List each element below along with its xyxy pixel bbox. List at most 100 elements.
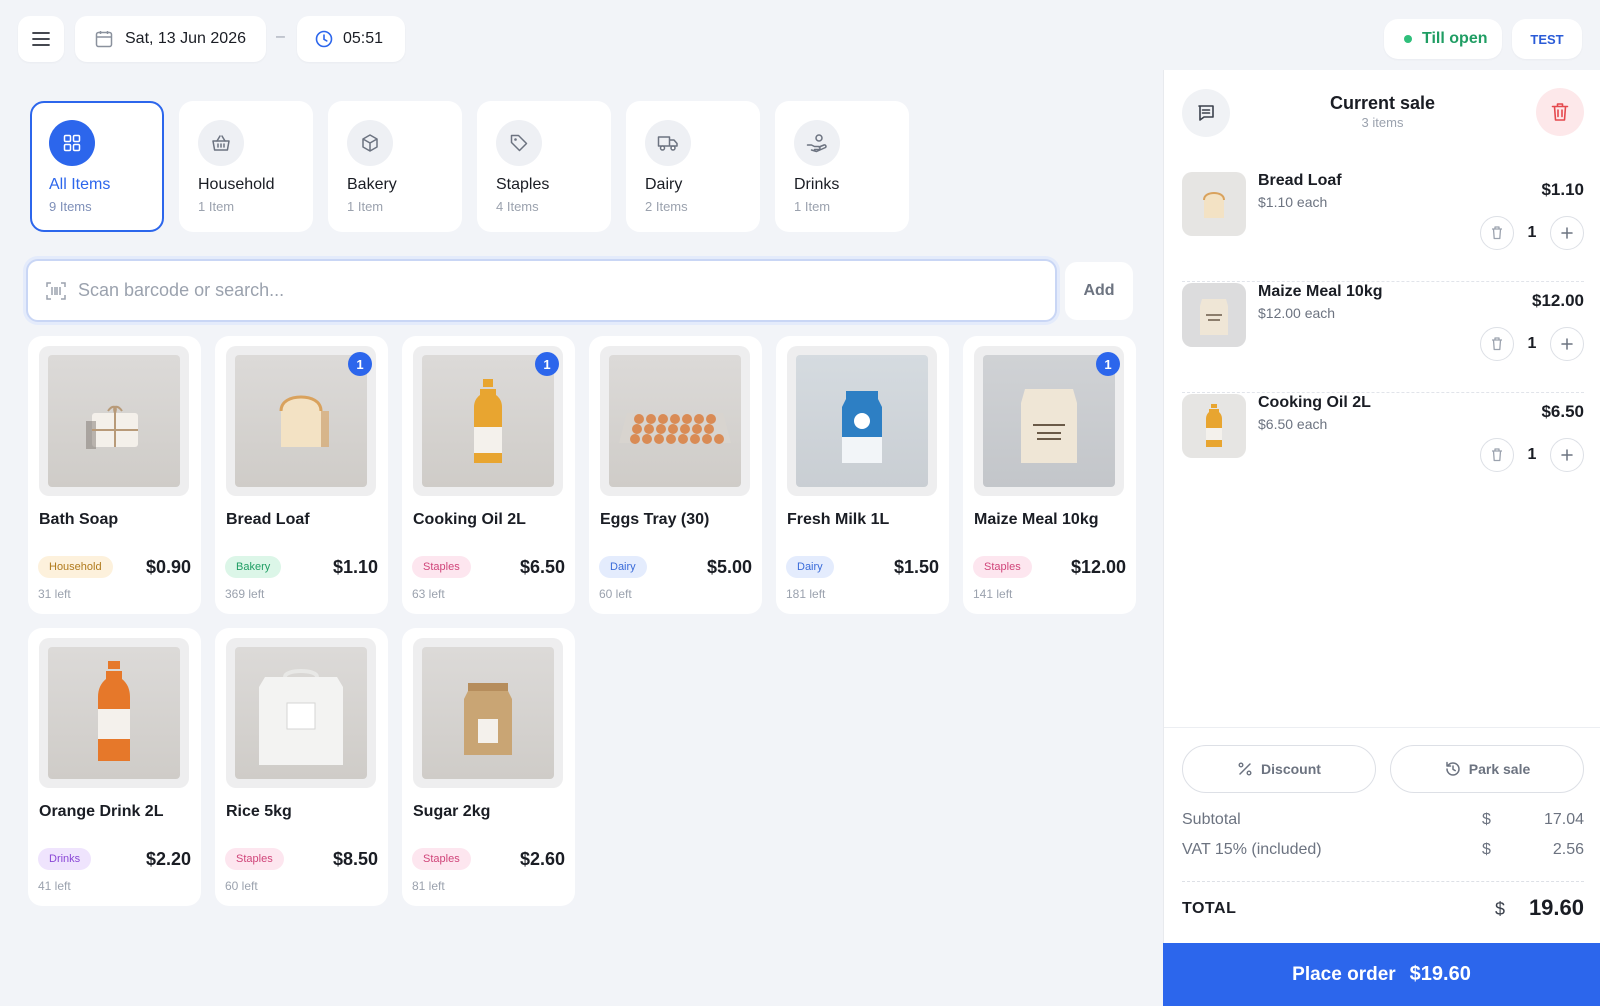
line-item-quantity: 1 bbox=[1527, 224, 1537, 241]
line-item-name: Maize Meal 10kg bbox=[1258, 283, 1383, 300]
product-name: Cooking Oil 2L bbox=[413, 511, 526, 528]
product-card-bath-soap[interactable]: Bath Soap Household $0.90 31 left bbox=[28, 336, 201, 614]
total-divider bbox=[1182, 881, 1584, 882]
total-row: TOTAL $ 19.60 bbox=[1182, 895, 1584, 925]
category-count: 1 Item bbox=[347, 199, 384, 214]
product-image bbox=[413, 638, 563, 788]
plus-icon bbox=[1561, 227, 1573, 239]
product-image: 1 bbox=[974, 346, 1124, 496]
tag-icon bbox=[496, 120, 542, 166]
category-count: 4 Items bbox=[496, 199, 539, 214]
time-text: 05:51 bbox=[343, 30, 384, 47]
clear-sale-button[interactable] bbox=[1536, 88, 1584, 136]
cart-count-badge: 1 bbox=[535, 352, 559, 376]
product-image bbox=[39, 638, 189, 788]
product-price: $8.50 bbox=[332, 848, 378, 869]
subtotal-currency: $ bbox=[1482, 811, 1491, 828]
percent-icon bbox=[1238, 762, 1252, 776]
stock-left: 141 left bbox=[973, 587, 1013, 601]
vat-label: VAT 15% (included) bbox=[1182, 841, 1322, 858]
hand-coins-icon bbox=[794, 120, 840, 166]
park-sale-button[interactable]: Park sale bbox=[1390, 745, 1584, 793]
date-selector[interactable]: Sat, 13 Jun 2026 bbox=[75, 16, 266, 62]
product-price: $5.00 bbox=[706, 556, 752, 577]
product-price: $12.00 bbox=[1070, 556, 1126, 577]
search-input[interactable] bbox=[78, 280, 978, 301]
line-item-total: $6.50 bbox=[1541, 402, 1584, 421]
sale-summary: Discount Park sale Subtotal $ 17.04 VAT … bbox=[1164, 727, 1600, 920]
product-card-bread-loaf[interactable]: 1 Bread Loaf Bakery $1.10 369 left bbox=[215, 336, 388, 614]
category-bakery[interactable]: Bakery 1 Item bbox=[328, 101, 462, 232]
category-all-items[interactable]: All Items 9 Items bbox=[30, 101, 164, 232]
basket-icon bbox=[198, 120, 244, 166]
current-sale-panel: Current sale 3 items Bread Loaf $1.10 ea… bbox=[1163, 70, 1600, 1006]
add-button[interactable]: Add bbox=[1065, 262, 1133, 320]
product-image bbox=[787, 346, 937, 496]
product-card-cooking-oil[interactable]: 1 Cooking Oil 2L Staples $6.50 63 left bbox=[402, 336, 575, 614]
increase-quantity-button[interactable] bbox=[1550, 438, 1584, 472]
time-selector[interactable]: 05:51 bbox=[297, 16, 405, 62]
stock-left: 60 left bbox=[225, 879, 258, 893]
discount-button[interactable]: Discount bbox=[1182, 745, 1376, 793]
product-price: $1.10 bbox=[332, 556, 378, 577]
category-tag: Drinks bbox=[38, 848, 92, 870]
category-name: Bakery bbox=[347, 176, 397, 193]
category-count: 1 Item bbox=[794, 199, 831, 214]
discount-label: Discount bbox=[1261, 761, 1321, 777]
category-drinks[interactable]: Drinks 1 Item bbox=[775, 101, 909, 232]
remove-item-button[interactable] bbox=[1480, 216, 1514, 250]
line-item-unit-price: $12.00 each bbox=[1258, 305, 1336, 321]
category-tag: Dairy bbox=[599, 556, 647, 578]
line-item-total: $12.00 bbox=[1532, 291, 1584, 310]
product-price: $2.60 bbox=[519, 848, 565, 869]
line-item-name: Cooking Oil 2L bbox=[1258, 394, 1371, 411]
stock-left: 31 left bbox=[38, 587, 71, 601]
category-tag: Staples bbox=[412, 556, 471, 578]
category-tag: Staples bbox=[412, 848, 471, 870]
cart-count-badge: 1 bbox=[348, 352, 372, 376]
product-card-orange-drink[interactable]: Orange Drink 2L Drinks $2.20 41 left bbox=[28, 628, 201, 906]
product-name: Bread Loaf bbox=[226, 511, 310, 528]
product-image bbox=[39, 346, 189, 496]
increase-quantity-button[interactable] bbox=[1550, 327, 1584, 361]
category-tag: Bakery bbox=[225, 556, 282, 578]
menu-button[interactable] bbox=[18, 16, 64, 62]
test-mode-badge[interactable]: TEST bbox=[1512, 19, 1582, 59]
category-name: Drinks bbox=[794, 176, 840, 193]
till-status-text: Till open bbox=[1422, 30, 1488, 47]
stock-left: 181 left bbox=[786, 587, 826, 601]
till-status[interactable]: Till open bbox=[1384, 19, 1502, 59]
subtotal-label: Subtotal bbox=[1182, 811, 1241, 828]
remove-item-button[interactable] bbox=[1480, 438, 1514, 472]
product-image bbox=[226, 638, 376, 788]
category-name: Dairy bbox=[645, 176, 683, 193]
sale-line-item: Cooking Oil 2L $6.50 each $6.50 1 bbox=[1182, 392, 1584, 504]
trash-icon bbox=[1492, 337, 1502, 351]
plus-icon bbox=[1561, 449, 1573, 461]
category-tag: Dairy bbox=[786, 556, 834, 578]
product-card-maize-meal[interactable]: 1 Maize Meal 10kg Staples $12.00 141 lef… bbox=[963, 336, 1136, 614]
product-name: Maize Meal 10kg bbox=[974, 511, 1099, 528]
sale-title: Current sale bbox=[1329, 93, 1436, 113]
product-name: Bath Soap bbox=[39, 511, 119, 528]
line-item-quantity: 1 bbox=[1527, 446, 1537, 463]
place-order-button[interactable]: Place order $19.60 bbox=[1163, 943, 1600, 1006]
remove-item-button[interactable] bbox=[1480, 327, 1514, 361]
category-household[interactable]: Household 1 Item bbox=[179, 101, 313, 232]
product-card-sugar[interactable]: Sugar 2kg Staples $2.60 81 left bbox=[402, 628, 575, 906]
plus-icon bbox=[1561, 338, 1573, 350]
category-staples[interactable]: Staples 4 Items bbox=[477, 101, 611, 232]
increase-quantity-button[interactable] bbox=[1550, 216, 1584, 250]
product-card-eggs-tray[interactable]: Eggs Tray (30) Dairy $5.00 60 left bbox=[589, 336, 762, 614]
sale-item-count: 3 items bbox=[1361, 115, 1404, 130]
product-price: $1.50 bbox=[893, 556, 939, 577]
product-card-fresh-milk[interactable]: Fresh Milk 1L Dairy $1.50 181 left bbox=[776, 336, 949, 614]
category-tag: Staples bbox=[225, 848, 284, 870]
product-name: Sugar 2kg bbox=[413, 803, 491, 820]
category-tag: Household bbox=[38, 556, 113, 578]
menu-icon bbox=[32, 32, 50, 46]
product-card-rice[interactable]: Rice 5kg Staples $8.50 60 left bbox=[215, 628, 388, 906]
category-name: Staples bbox=[496, 176, 550, 193]
category-dairy[interactable]: Dairy 2 Items bbox=[626, 101, 760, 232]
category-count: 2 Items bbox=[645, 199, 688, 214]
